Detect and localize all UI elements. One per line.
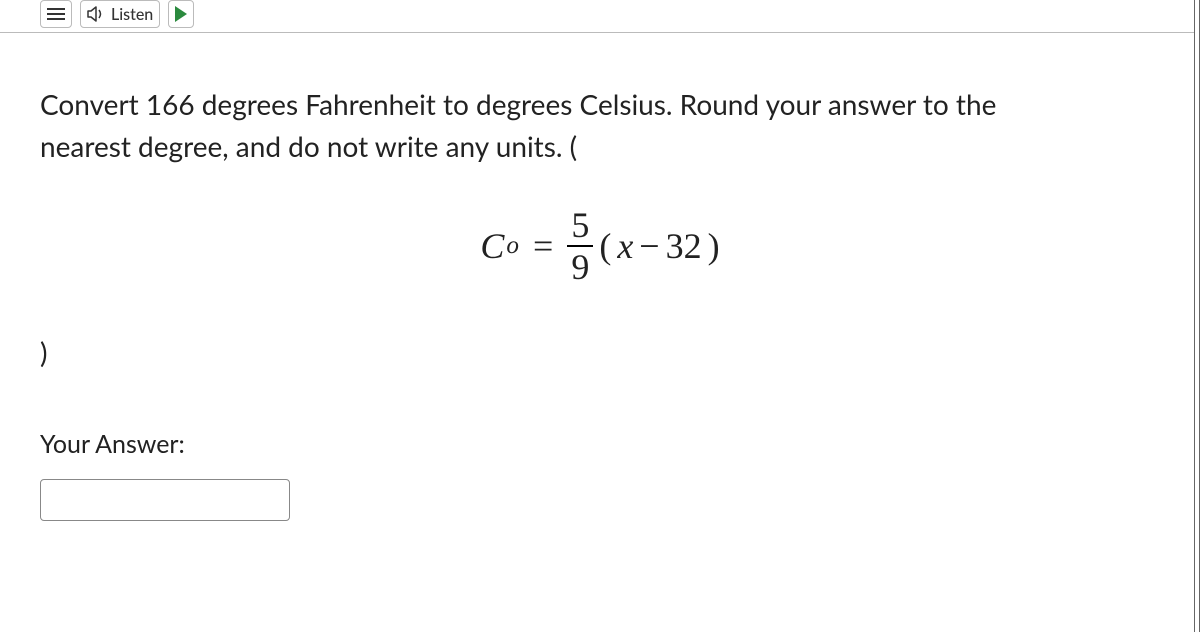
question-line-2: nearest degree, and do not write any uni…	[40, 125, 1160, 167]
formula-close-paren: )	[708, 225, 720, 267]
speaker-icon	[87, 6, 105, 22]
formula-eq: =	[533, 225, 553, 267]
listen-label: Listen	[111, 5, 153, 24]
formula: Co = 5 9 (x − 32)	[40, 207, 1160, 285]
formula-lhs-var: C	[480, 225, 504, 267]
answer-label: Your Answer:	[40, 429, 1160, 459]
play-button[interactable]	[168, 0, 194, 28]
hamburger-icon	[47, 8, 65, 20]
right-border	[1194, 0, 1200, 632]
question-content: Convert 166 degrees Fahrenheit to degree…	[0, 33, 1200, 521]
question-text: Convert 166 degrees Fahrenheit to degree…	[40, 83, 1160, 167]
formula-numerator: 5	[567, 207, 593, 243]
toolbar: Listen	[0, 0, 1200, 33]
listen-button[interactable]: Listen	[80, 0, 160, 28]
closing-paren: )	[40, 335, 1160, 369]
formula-lhs-sup: o	[506, 232, 519, 260]
question-line-1: Convert 166 degrees Fahrenheit to degree…	[40, 87, 996, 121]
formula-open-paren: (	[599, 225, 611, 267]
play-icon	[175, 6, 187, 22]
answer-input[interactable]	[40, 479, 290, 521]
formula-fraction: 5 9	[567, 207, 593, 285]
formula-denominator: 9	[567, 249, 593, 285]
formula-minus: −	[639, 225, 659, 267]
formula-const: 32	[666, 225, 702, 267]
menu-button[interactable]	[40, 0, 72, 28]
formula-var-x: x	[617, 225, 633, 267]
